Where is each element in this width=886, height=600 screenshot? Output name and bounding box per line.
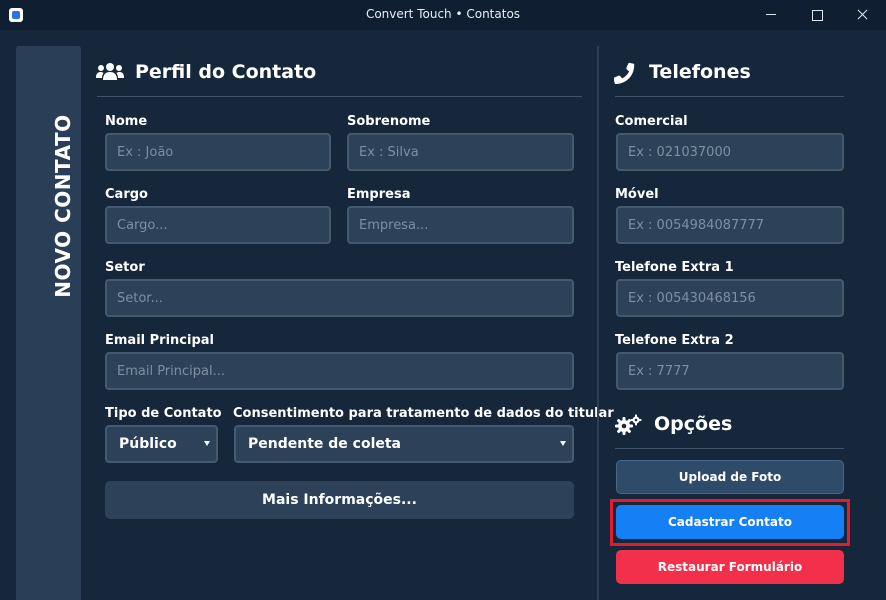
- profile-section-title: Perfil do Contato: [135, 61, 317, 83]
- setor-label: Setor: [105, 260, 145, 275]
- cargo-label: Cargo: [105, 187, 148, 202]
- upload-photo-button[interactable]: Upload de Foto: [616, 460, 844, 494]
- extra1-input[interactable]: Ex : 005430468156: [616, 279, 844, 317]
- sidebar-panel: NOVO CONTATO: [16, 46, 81, 600]
- movel-label: Móvel: [615, 187, 659, 202]
- nome-label: Nome: [105, 114, 148, 129]
- title-bar: Convert Touch • Contatos: [0, 0, 886, 30]
- register-contact-button[interactable]: Cadastrar Contato: [616, 505, 844, 539]
- more-info-button[interactable]: Mais Informações...: [105, 481, 574, 519]
- consentimento-value: Pendente de coleta: [248, 436, 402, 452]
- movel-input[interactable]: Ex : 0054984087777: [616, 206, 844, 244]
- phones-divider: [615, 96, 844, 97]
- options-divider: [615, 448, 844, 449]
- phone-icon: [614, 62, 635, 84]
- reset-form-button[interactable]: Restaurar Formulário: [616, 550, 844, 584]
- extra1-label: Telefone Extra 1: [615, 260, 734, 275]
- email-input[interactable]: Email Principal...: [105, 352, 574, 390]
- minimize-button[interactable]: [748, 0, 794, 30]
- nome-input[interactable]: Ex : João: [105, 133, 331, 171]
- empresa-label: Empresa: [347, 187, 411, 202]
- tipo-contato-value: Público: [119, 436, 177, 452]
- tipo-contato-select[interactable]: Público: [105, 425, 218, 463]
- cargo-input[interactable]: Cargo...: [105, 206, 331, 244]
- tipo-contato-label: Tipo de Contato: [105, 406, 222, 421]
- close-button[interactable]: [840, 0, 886, 30]
- sidebar-label: NOVO CONTATO: [51, 114, 75, 298]
- options-section-title: Opções: [654, 413, 733, 435]
- comercial-input[interactable]: Ex : 021037000: [616, 133, 844, 171]
- column-divider: [597, 46, 599, 600]
- empresa-input[interactable]: Empresa...: [347, 206, 574, 244]
- extra2-input[interactable]: Ex : 7777: [616, 352, 844, 390]
- gears-icon: [615, 414, 642, 435]
- maximize-button[interactable]: [794, 0, 840, 30]
- email-label: Email Principal: [105, 333, 214, 348]
- sobrenome-input[interactable]: Ex : Silva: [347, 133, 574, 171]
- users-icon: [96, 63, 124, 80]
- comercial-label: Comercial: [615, 114, 688, 129]
- extra2-label: Telefone Extra 2: [615, 333, 734, 348]
- profile-divider: [97, 96, 582, 97]
- phones-section-title: Telefones: [649, 61, 751, 83]
- setor-input[interactable]: Setor...: [105, 279, 574, 317]
- consentimento-select[interactable]: Pendente de coleta: [234, 425, 574, 463]
- consentimento-label: Consentimento para tratamento de dados d…: [233, 406, 614, 421]
- sobrenome-label: Sobrenome: [347, 114, 431, 129]
- chevron-down-icon: [560, 441, 566, 446]
- chevron-down-icon: [204, 441, 210, 446]
